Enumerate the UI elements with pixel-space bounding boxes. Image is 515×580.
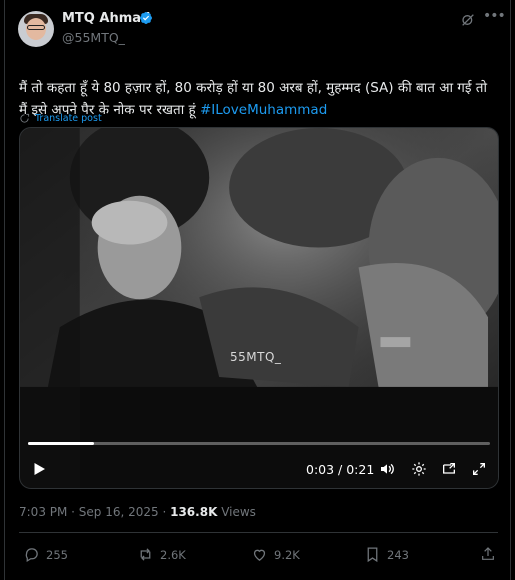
translate-icon [20, 113, 30, 123]
video-frame [20, 128, 498, 488]
repost-icon [140, 548, 151, 561]
author-handle[interactable]: @55MTQ_ [62, 30, 125, 45]
play-icon[interactable] [30, 460, 48, 478]
fullscreen-icon[interactable] [471, 461, 487, 477]
picture-in-picture-icon[interactable] [441, 461, 457, 477]
share-icon[interactable] [480, 546, 496, 562]
divider [19, 532, 498, 533]
video-progress-fill [28, 442, 95, 445]
views-count: 136.8K [170, 505, 218, 519]
settings-gear-icon[interactable] [411, 461, 427, 477]
tweet-meta: 7:03 PM · Sep 16, 2025 · 136.8K Views [19, 505, 256, 519]
video-player[interactable]: 55MTQ_ 0:03 / 0:21 [19, 127, 499, 489]
video-time: 0:03 / 0:21 [306, 462, 375, 477]
timestamp[interactable]: 7:03 PM · Sep 16, 2025 · [19, 505, 170, 519]
more-options-icon[interactable]: ••• [483, 8, 506, 28]
heart-icon [253, 549, 266, 561]
bookmark-count: 243 [387, 547, 409, 562]
grok-icon[interactable] [460, 12, 476, 28]
reply-count: 255 [46, 547, 68, 562]
views-label: Views [217, 505, 256, 519]
like-button[interactable]: 9.2K [251, 546, 300, 563]
reply-icon [25, 548, 38, 563]
author-name[interactable]: MTQ Ahmad [62, 11, 150, 26]
reply-button[interactable]: 255 [23, 546, 68, 563]
verified-badge-icon [140, 12, 152, 24]
repost-button[interactable]: 2.6K [137, 546, 186, 563]
hashtag-link[interactable]: #ILoveMuhammad [200, 102, 327, 118]
bookmark-icon [367, 547, 378, 563]
video-progress-bar[interactable] [28, 442, 490, 445]
like-count: 9.2K [274, 547, 300, 562]
translate-post-link[interactable]: Translate post [19, 113, 102, 124]
translate-label: Translate post [35, 113, 102, 124]
repost-count: 2.6K [160, 547, 186, 562]
volume-icon[interactable] [379, 461, 395, 477]
video-watermark: 55MTQ_ [230, 350, 282, 364]
bookmark-button[interactable]: 243 [364, 546, 409, 563]
avatar[interactable] [18, 11, 54, 47]
